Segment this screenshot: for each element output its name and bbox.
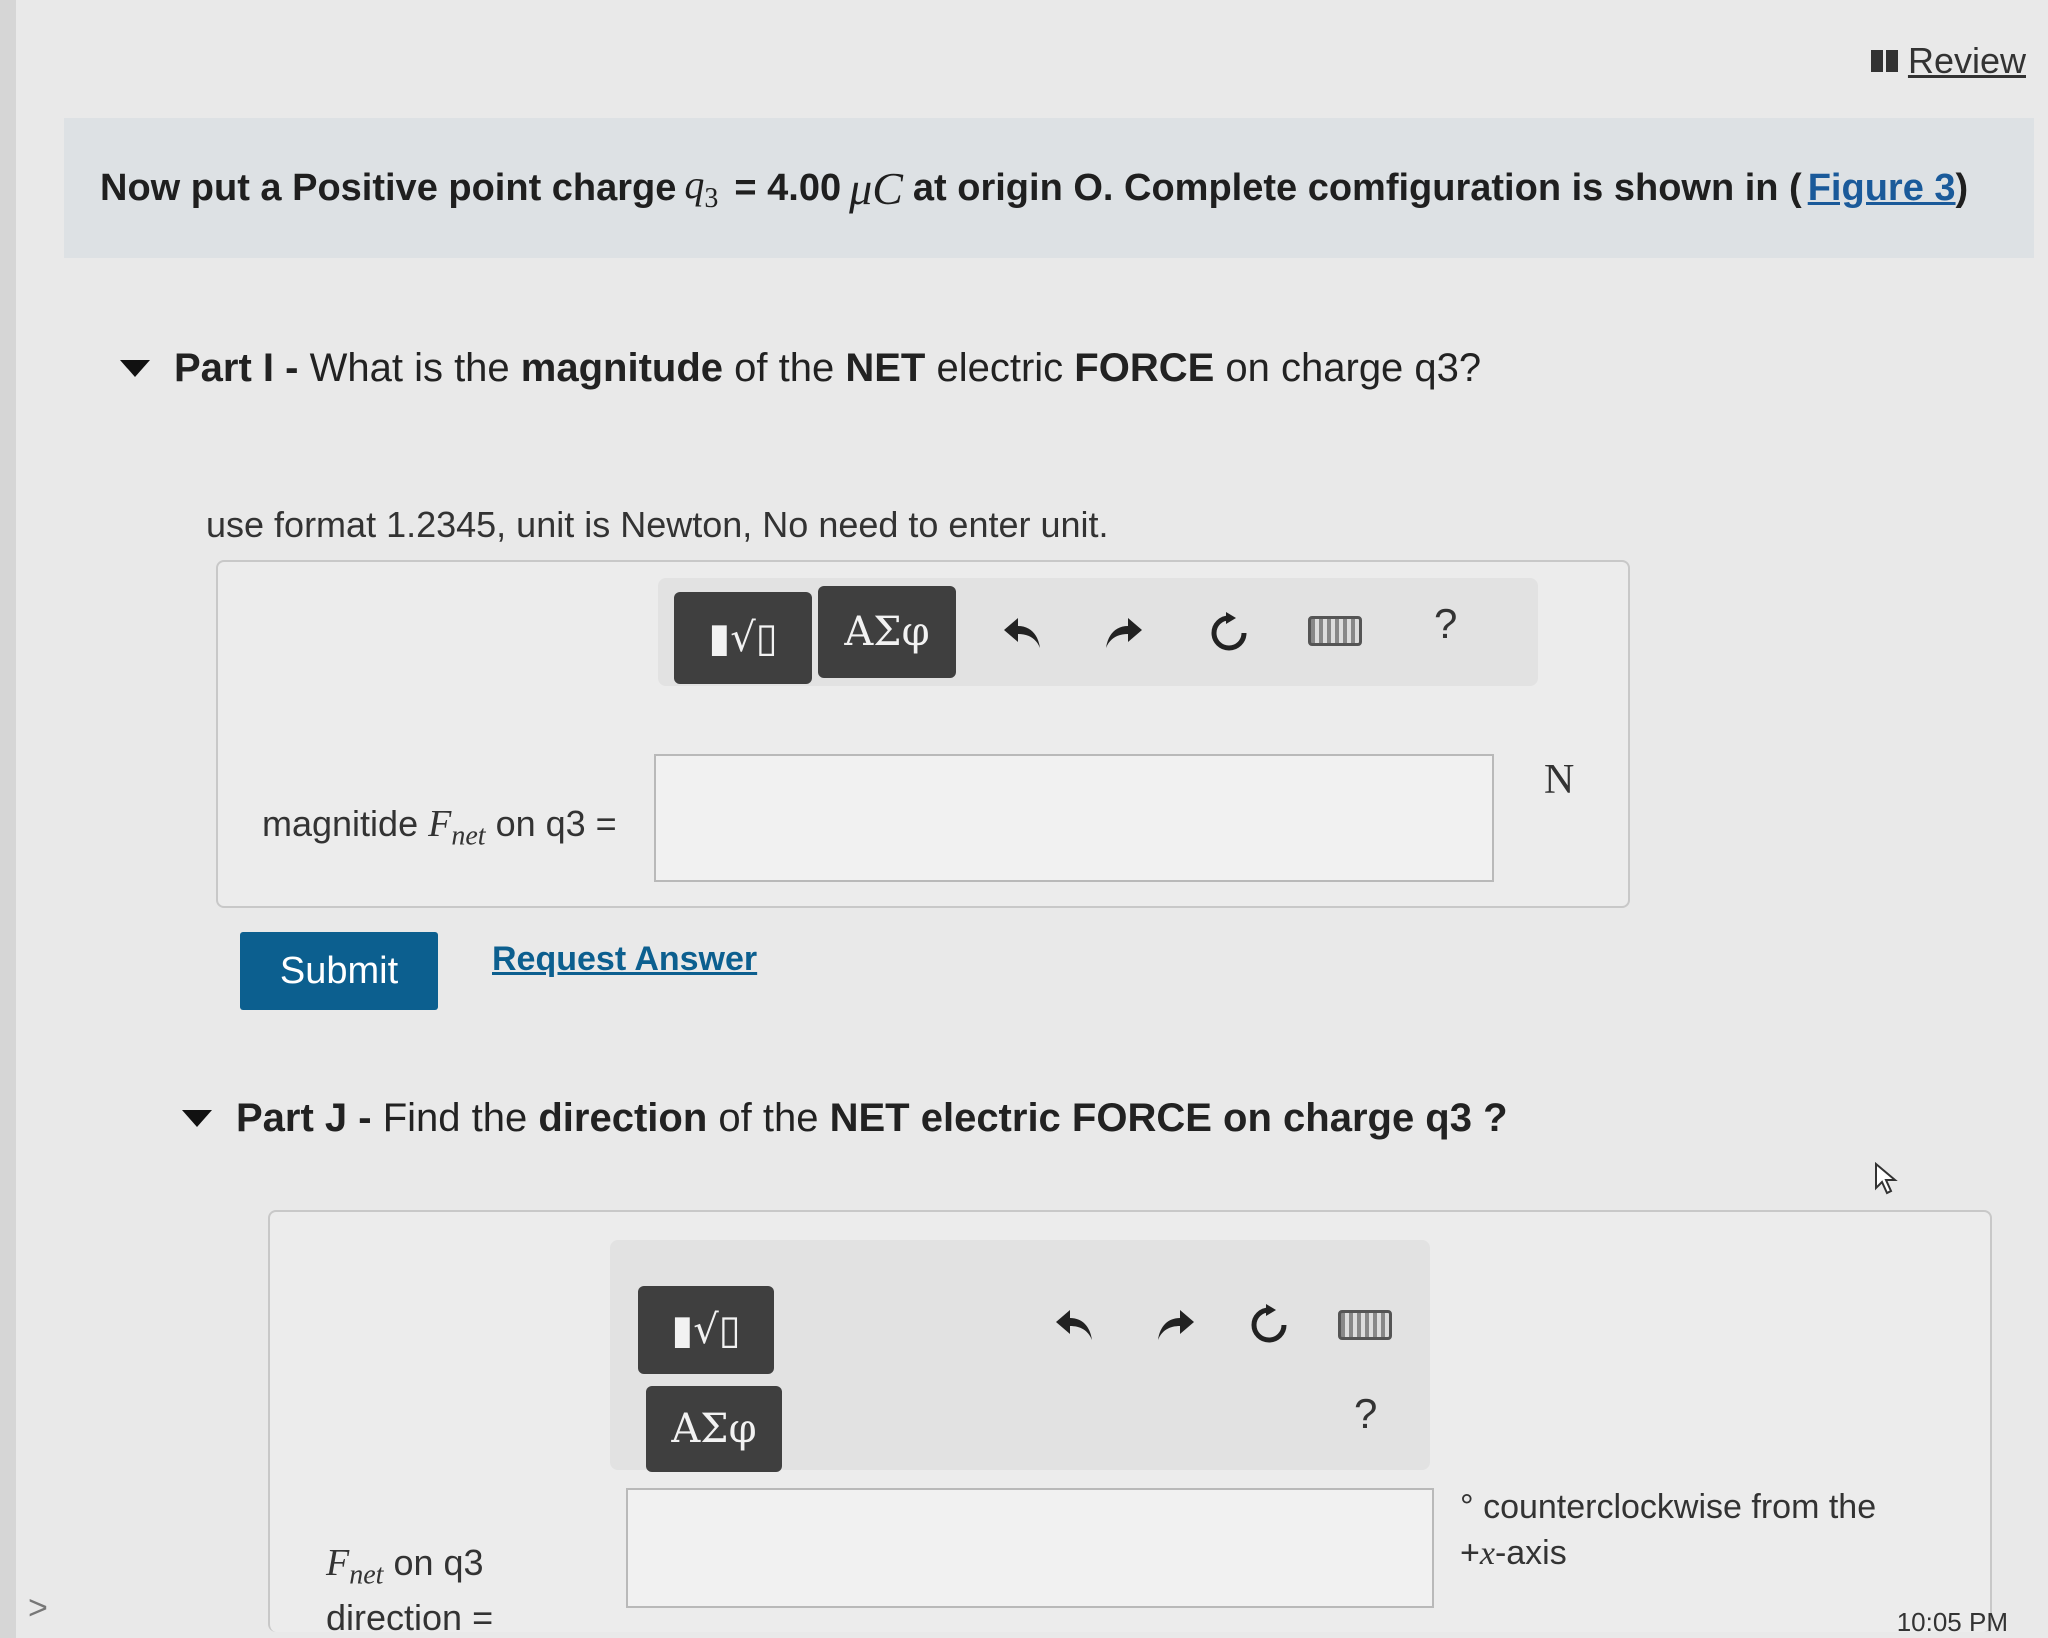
math-toolbar: ▮√▯ ΑΣφ ? [610, 1240, 1430, 1472]
collapse-caret-icon[interactable] [120, 360, 150, 377]
keyboard-icon[interactable] [1338, 1310, 1392, 1340]
math-toolbar: ▮√▯ ΑΣφ ? [658, 578, 1538, 686]
magnitude-input[interactable] [654, 754, 1494, 882]
undo-icon[interactable] [1050, 1300, 1100, 1350]
templates-button[interactable]: ▮√▯ [638, 1286, 774, 1374]
part-j-header[interactable]: Part J - Find the direction of the NET e… [182, 1096, 1508, 1141]
reset-icon[interactable] [1204, 608, 1254, 658]
request-answer-link[interactable]: Request Answer [492, 940, 757, 979]
sidebar-strip [0, 0, 16, 1638]
system-clock: 10:05 PM [1896, 1607, 2008, 1637]
mastering-physics-page: Review Now put a Positive point charge q… [0, 0, 2048, 1638]
problem-intro: Now put a Positive point charge q3 = 4.0… [64, 118, 2034, 258]
keyboard-icon[interactable] [1308, 616, 1362, 646]
help-icon[interactable]: ? [1434, 600, 1457, 648]
unit-label: N [1544, 757, 1575, 803]
collapse-caret-icon[interactable] [182, 1110, 212, 1127]
part-i-header[interactable]: Part I - What is the magnitude of the NE… [120, 346, 1481, 391]
part-i-answer-box: ▮√▯ ΑΣφ ? magnitide Fnet on q3 = N [216, 560, 1630, 908]
mouse-cursor-icon [1875, 1162, 1898, 1195]
figure-link[interactable]: Figure 3 [1808, 167, 1956, 210]
format-hint: use format 1.2345, unit is Newton, No ne… [206, 504, 1109, 545]
review-icon [1870, 50, 1898, 72]
intro-text: Now put a Positive point charge [100, 166, 677, 209]
direction-field-label: Fnet on q3 direction = [326, 1542, 494, 1638]
intro-close-paren: ) [1955, 166, 1969, 209]
reset-icon[interactable] [1244, 1300, 1294, 1350]
magnitude-field-label: magnitide Fnet on q3 = [262, 803, 617, 852]
review-link[interactable]: Review [1870, 40, 2026, 82]
help-icon[interactable]: ? [1354, 1390, 1377, 1438]
direction-unit-label: ° counterclockwise from the +x-axis [1460, 1488, 1877, 1572]
redo-icon[interactable] [1150, 1300, 1200, 1350]
part-i-title: Part I - What is the magnitude of the NE… [174, 346, 1482, 390]
templates-button[interactable]: ▮√▯ [674, 592, 812, 684]
greek-symbols-button[interactable]: ΑΣφ [646, 1386, 782, 1472]
charge-unit: μC [849, 162, 903, 214]
greek-symbols-button[interactable]: ΑΣφ [818, 586, 956, 678]
chevron-right-icon[interactable]: > [28, 1589, 48, 1628]
review-label: Review [1907, 40, 2026, 81]
direction-input[interactable] [626, 1488, 1434, 1608]
charge-value: = 4.00 [734, 166, 842, 209]
intro-text-after: at origin O. Complete comfiguration is s… [912, 166, 1802, 209]
submit-button[interactable]: Submit [240, 932, 438, 1010]
redo-icon[interactable] [1098, 608, 1148, 658]
charge-variable: q3 [684, 162, 719, 214]
undo-icon[interactable] [998, 608, 1048, 658]
part-j-title: Part J - Find the direction of the NET e… [236, 1096, 1508, 1140]
